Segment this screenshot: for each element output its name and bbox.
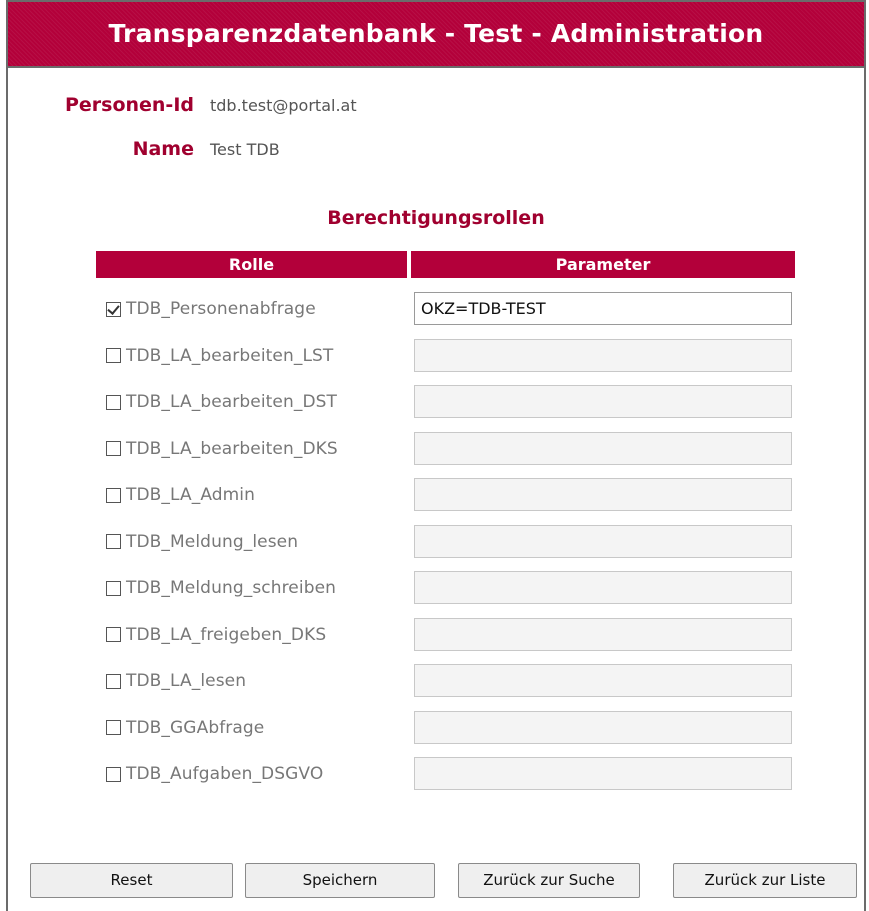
role-name: TDB_Meldung_schreiben [126,578,337,598]
back-to-search-button[interactable]: Zurück zur Suche [458,863,640,898]
role-row: TDB_LA_freigeben_DKS [8,612,864,658]
role-parameter-input[interactable] [414,571,792,604]
role-row: TDB_LA_Admin [8,472,864,518]
column-header-role: Rolle [96,251,407,278]
role-checkbox-label[interactable]: TDB_Aufgaben_DSGVO [106,751,323,797]
role-checkbox-label[interactable]: TDB_LA_bearbeiten_DKS [106,426,338,472]
page-title: Transparenzdatenbank - Test - Administra… [8,2,864,68]
role-checkbox-label[interactable]: TDB_Meldung_schreiben [106,565,336,611]
person-id-label: Personen-Id [64,94,194,116]
role-checkbox[interactable] [106,766,121,782]
role-checkbox-label[interactable]: TDB_LA_freigeben_DKS [106,612,326,658]
role-checkbox[interactable] [106,348,121,363]
role-parameter-input[interactable] [414,757,792,790]
role-name: TDB_LA_lesen [126,671,247,691]
role-row: TDB_GGAbfrage [8,705,864,751]
role-parameter-input[interactable] [414,617,792,651]
role-row: TDB_Aufgaben_DSGVO [8,751,864,797]
role-checkbox-label[interactable]: TDB_LA_bearbeiten_LST [106,333,333,379]
reset-button[interactable]: Reset [30,863,233,898]
role-checkbox-label[interactable]: TDB_GGAbfrage [106,705,264,751]
role-row: TDB_LA_bearbeiten_DKS [8,426,864,472]
role-checkbox[interactable] [106,487,121,503]
role-row: TDB_LA_bearbeiten_LST [8,333,864,379]
role-name: TDB_Meldung_lesen [126,531,299,552]
role-name: TDB_LA_Admin [126,485,256,505]
role-name: TDB_LA_freigeben_DKS [126,624,327,645]
role-row: TDB_Personenabfrage [8,286,864,332]
role-row: TDB_Meldung_lesen [8,519,864,565]
save-button[interactable]: Speichern [245,863,435,898]
role-checkbox-label[interactable]: TDB_Meldung_lesen [106,519,298,565]
role-name: TDB_LA_bearbeiten_DST [126,392,338,412]
role-checkbox[interactable] [106,394,121,410]
role-checkbox-label[interactable]: TDB_Personenabfrage [106,286,316,332]
role-row: TDB_Meldung_schreiben [8,565,864,611]
role-checkbox[interactable] [106,720,121,735]
role-parameter-input[interactable] [414,385,792,418]
role-parameter-input[interactable] [414,478,792,511]
role-name: TDB_GGAbfrage [126,717,265,738]
role-checkbox[interactable] [106,534,121,549]
role-parameter-input[interactable] [414,710,792,744]
role-row: TDB_LA_bearbeiten_DST [8,379,864,425]
role-checkbox[interactable] [106,673,121,689]
person-id-value: tdb.test@portal.at [210,96,357,115]
role-checkbox[interactable] [106,627,121,642]
admin-panel: Transparenzdatenbank - Test - Administra… [6,0,866,911]
role-parameter-input[interactable] [414,292,792,325]
name-value: Test TDB [210,140,280,159]
role-row: TDB_LA_lesen [8,658,864,704]
role-name: TDB_LA_bearbeiten_LST [126,345,334,366]
role-name: TDB_Personenabfrage [126,299,316,319]
role-checkbox[interactable] [106,441,121,456]
column-header-parameter: Parameter [411,251,795,278]
roles-section-title: Berechtigungsrollen [327,207,545,229]
role-checkbox[interactable] [106,301,121,317]
name-label: Name [132,138,194,160]
role-checkbox[interactable] [106,580,121,596]
role-name: TDB_Aufgaben_DSGVO [126,764,324,784]
role-parameter-input[interactable] [414,338,792,372]
role-parameter-input[interactable] [414,524,792,558]
back-to-list-button[interactable]: Zurück zur Liste [673,863,857,898]
role-checkbox-label[interactable]: TDB_LA_bearbeiten_DST [106,379,337,425]
role-checkbox-label[interactable]: TDB_LA_Admin [106,472,255,518]
role-parameter-input[interactable] [414,431,792,465]
role-checkbox-label[interactable]: TDB_LA_lesen [106,658,246,704]
role-name: TDB_LA_bearbeiten_DKS [126,438,338,459]
role-parameter-input[interactable] [414,664,792,697]
